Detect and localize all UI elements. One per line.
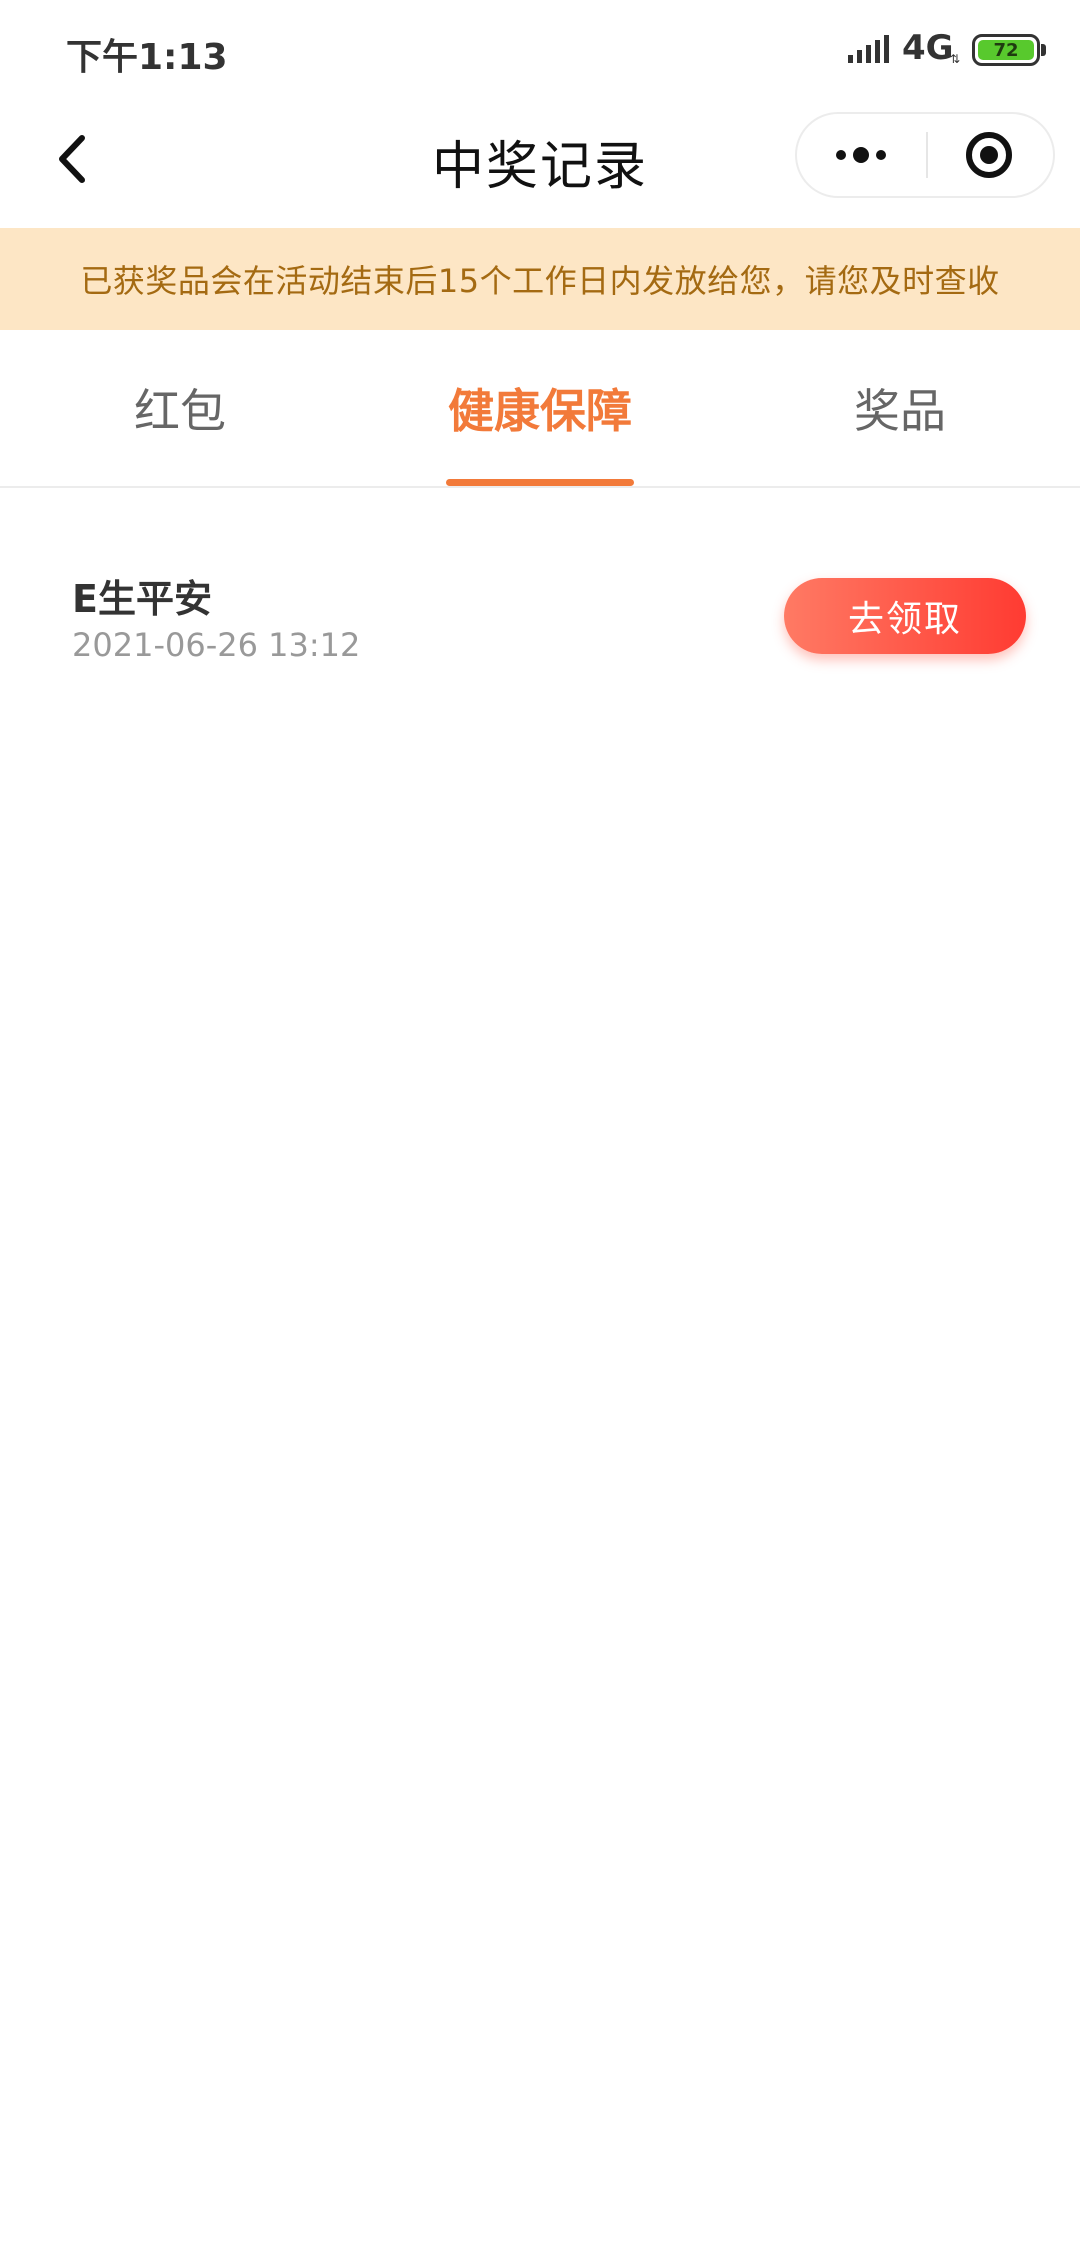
tab-prize[interactable]: 奖品 — [720, 330, 1080, 486]
mini-program-capsule — [795, 112, 1055, 198]
notice-text: 已获奖品会在活动结束后15个工作日内发放给您，请您及时查收 — [80, 262, 1000, 300]
record-time: 2021-06-26 13:12 — [72, 626, 361, 664]
close-target-icon — [966, 132, 1012, 178]
list-item: E生平安 2021-06-26 13:12 去领取 — [0, 540, 1080, 690]
data-activity-icon: ⇅ — [950, 52, 961, 66]
claim-button[interactable]: 去领取 — [784, 578, 1026, 654]
battery-tip — [1041, 44, 1046, 56]
nav-bar: 中奖记录 — [0, 100, 1080, 228]
battery-icon: 72 — [972, 34, 1040, 66]
screen: 下午1:13 4G ⇅ 72 中奖记录 已获奖品会在活动结束后15个工作日内发放… — [0, 0, 1080, 2248]
active-tab-indicator — [446, 479, 634, 486]
tab-label: 红包 — [134, 384, 226, 438]
more-button[interactable] — [797, 114, 925, 196]
notice-banner: 已获奖品会在活动结束后15个工作日内发放给您，请您及时查收 — [0, 228, 1080, 330]
record-name: E生平安 — [72, 577, 212, 621]
status-bar: 下午1:13 4G ⇅ 72 — [0, 0, 1080, 100]
tab-bar: 红包 健康保障 奖品 — [0, 330, 1080, 488]
battery-level: 72 — [978, 40, 1034, 61]
tab-health-protection[interactable]: 健康保障 — [360, 330, 720, 486]
tab-red-packet[interactable]: 红包 — [0, 330, 360, 486]
tab-label: 奖品 — [854, 384, 946, 438]
signal-icon — [848, 35, 889, 63]
network-label: 4G — [902, 28, 954, 68]
more-dots-icon — [836, 147, 886, 163]
close-button[interactable] — [928, 114, 1054, 196]
tab-label: 健康保障 — [448, 384, 632, 438]
status-time: 下午1:13 — [66, 37, 228, 78]
